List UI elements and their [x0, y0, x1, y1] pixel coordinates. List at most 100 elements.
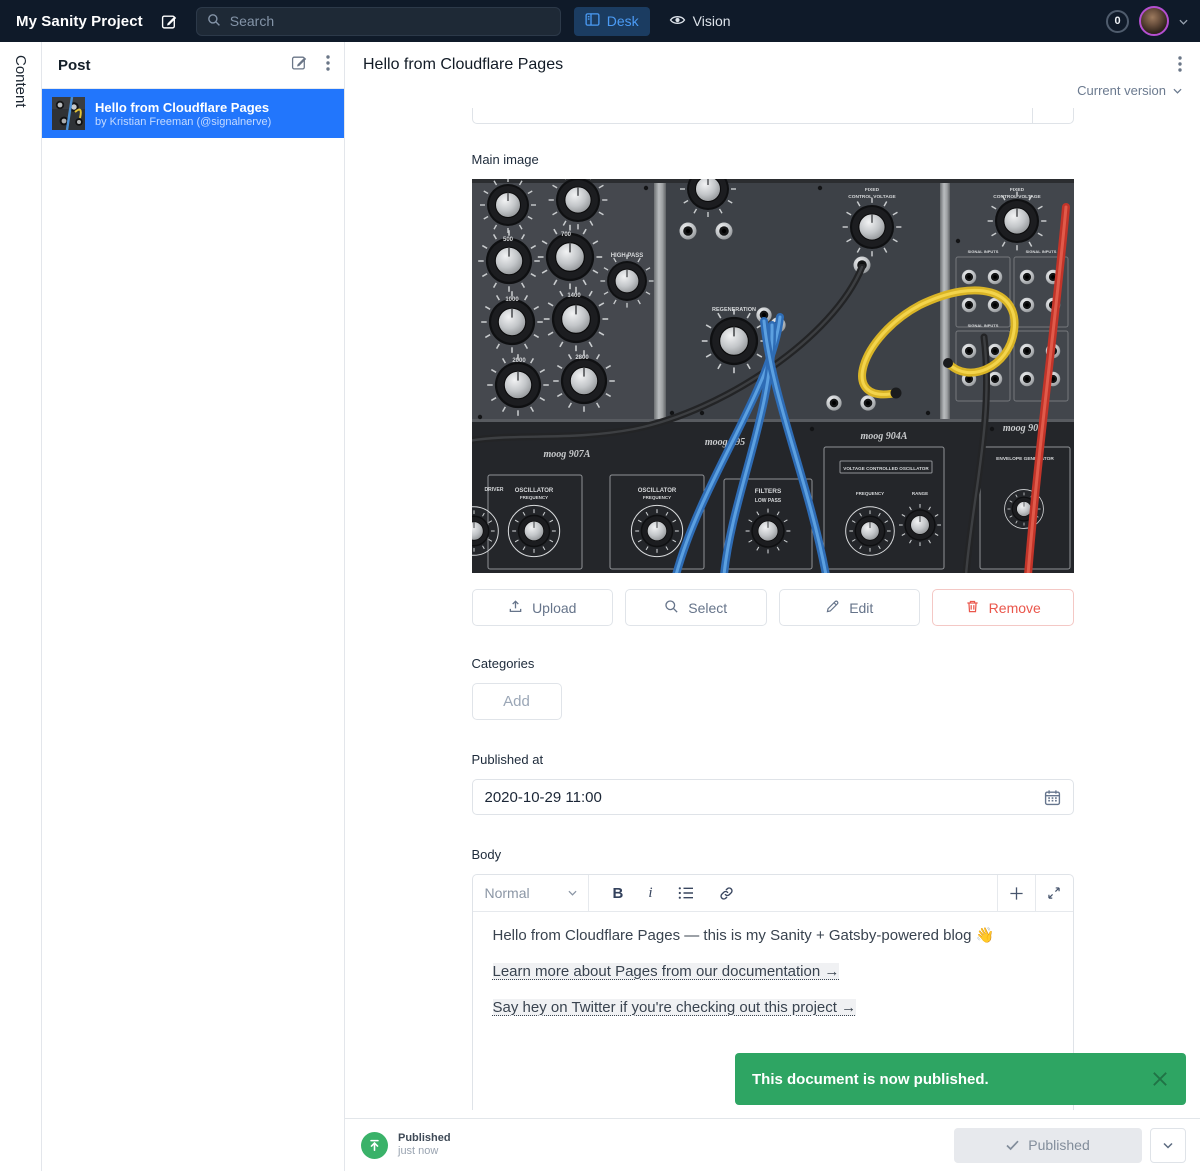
desk-icon: [585, 12, 600, 30]
svg-text:2800: 2800: [575, 355, 589, 361]
svg-text:FREQUENCY: FREQUENCY: [642, 495, 670, 500]
chevron-down-icon: [1163, 1142, 1173, 1149]
style-select[interactable]: Normal: [473, 875, 589, 911]
add-category-button[interactable]: Add: [472, 683, 562, 720]
tab-vision[interactable]: Vision: [658, 7, 742, 36]
upload-button[interactable]: Upload: [472, 589, 614, 626]
svg-text:RANGE: RANGE: [911, 491, 927, 496]
kebab-menu-icon[interactable]: [326, 55, 330, 76]
slug-field-partial[interactable]: [472, 108, 1074, 124]
version-selector[interactable]: Current version: [345, 77, 1200, 108]
chevron-down-icon: [1173, 88, 1182, 94]
document-form-scrollarea[interactable]: Main image: [345, 108, 1200, 1118]
bullet-list-button[interactable]: [678, 886, 694, 900]
svg-text:moog 904A: moog 904A: [860, 431, 907, 442]
field-label: Categories: [472, 656, 1074, 671]
svg-text:500: 500: [502, 237, 513, 243]
svg-text:FILTERS: FILTERS: [754, 488, 781, 495]
project-title: My Sanity Project: [16, 13, 143, 30]
body-link[interactable]: Learn more about Pages from our document…: [493, 963, 840, 980]
content-rail-label: Content: [12, 55, 29, 1171]
svg-text:FREQUENCY: FREQUENCY: [855, 491, 883, 496]
publish-status-time: just now: [398, 1145, 451, 1158]
bold-button[interactable]: B: [613, 885, 624, 902]
notifications-badge[interactable]: 0: [1106, 10, 1129, 33]
svg-text:FREQUENCY: FREQUENCY: [519, 495, 547, 500]
svg-text:OSCILLATOR: OSCILLATOR: [637, 488, 676, 494]
expand-editor-button[interactable]: [1035, 875, 1073, 911]
document-footer: Published just now Published: [345, 1118, 1200, 1171]
field-label: Body: [472, 847, 1074, 862]
svg-text:VOLTAGE CONTROLLED OSCILLATOR: VOLTAGE CONTROLLED OSCILLATOR: [843, 466, 929, 471]
field-main-image: Main image: [472, 152, 1074, 626]
trash-icon: [965, 599, 980, 617]
editor-toolbar: Normal B i: [473, 875, 1073, 912]
close-icon[interactable]: [1151, 1070, 1169, 1088]
svg-text:OSCILLATOR: OSCILLATOR: [514, 488, 553, 494]
content-rail[interactable]: Content: [0, 42, 42, 1171]
kebab-menu-icon[interactable]: [1178, 56, 1182, 77]
svg-text:FIXED: FIXED: [864, 187, 879, 193]
toast-message: This document is now published.: [752, 1071, 989, 1088]
document-panel: Hello from Cloudflare Pages Current vers…: [345, 42, 1200, 1171]
pencil-icon: [825, 599, 840, 617]
italic-button[interactable]: i: [648, 885, 652, 902]
published-at-value: 2020-10-29 11:00: [485, 789, 602, 806]
compose-icon[interactable]: [291, 54, 308, 76]
svg-text:CONTROL VOLTAGE: CONTROL VOLTAGE: [993, 194, 1041, 200]
svg-text:1400: 1400: [567, 293, 581, 299]
post-list-panel: Post: [42, 42, 345, 1171]
link-button[interactable]: [719, 886, 734, 901]
toast: This document is now published.: [735, 1053, 1186, 1105]
post-thumbnail: [52, 97, 85, 130]
field-label: Main image: [472, 152, 1074, 167]
search-placeholder: Search: [230, 13, 274, 29]
insert-block-button[interactable]: [997, 875, 1035, 911]
avatar[interactable]: [1139, 6, 1169, 36]
svg-text:CONTROL VOLTAGE: CONTROL VOLTAGE: [848, 194, 896, 200]
svg-text:SIGNAL INPUTS: SIGNAL INPUTS: [967, 323, 998, 328]
svg-text:1000: 1000: [505, 297, 519, 303]
publish-button[interactable]: Published: [954, 1128, 1142, 1163]
svg-text:LOW PASS: LOW PASS: [754, 498, 781, 504]
publish-status-icon: [361, 1132, 388, 1159]
document-title: Hello from Cloudflare Pages: [363, 56, 563, 74]
calendar-icon[interactable]: [1044, 789, 1061, 806]
main-image-preview[interactable]: HIGH PASS 500 700 1000 1400 2000 2800 FI…: [472, 179, 1074, 573]
body-editor-content[interactable]: Hello from Cloudflare Pages — this is my…: [473, 912, 1073, 1046]
remove-button[interactable]: Remove: [932, 589, 1074, 626]
tab-desk[interactable]: Desk: [574, 7, 650, 36]
select-button[interactable]: Select: [625, 589, 767, 626]
svg-text:moog 902: moog 902: [1002, 423, 1042, 434]
svg-text:700: 700: [560, 232, 571, 238]
list-item-title: Hello from Cloudflare Pages: [95, 99, 271, 116]
svg-text:ENVELOPE GENERATOR: ENVELOPE GENERATOR: [996, 456, 1054, 462]
list-item[interactable]: Hello from Cloudflare Pages by Kristian …: [42, 89, 344, 138]
check-icon: [1006, 1140, 1019, 1151]
chevron-down-icon[interactable]: [1179, 12, 1188, 30]
svg-text:DRIVER: DRIVER: [484, 487, 503, 493]
compose-icon[interactable]: [161, 13, 178, 30]
field-published-at: Published at 2020-10-29 11:00: [472, 752, 1074, 815]
moog-logo: moog 907A: [543, 449, 590, 460]
published-at-input[interactable]: 2020-10-29 11:00: [472, 779, 1074, 815]
svg-text:REGENERATION: REGENERATION: [712, 307, 756, 313]
body-link[interactable]: Say hey on Twitter if you're checking ou…: [493, 999, 857, 1016]
edit-button[interactable]: Edit: [779, 589, 921, 626]
search-icon: [207, 13, 221, 30]
topbar: My Sanity Project Search Desk: [0, 0, 1200, 42]
search-input[interactable]: Search: [196, 7, 561, 36]
photo-label: HIGH PASS: [610, 253, 643, 259]
publish-status-title: Published: [398, 1132, 451, 1145]
svg-text:SIGNAL INPUTS: SIGNAL INPUTS: [1025, 249, 1056, 254]
svg-text:SIGNAL INPUTS: SIGNAL INPUTS: [967, 249, 998, 254]
upload-icon: [508, 599, 523, 617]
list-item-subtitle: by Kristian Freeman (@signalnerve): [95, 116, 271, 129]
body-paragraph: Learn more about Pages from our document…: [493, 961, 1053, 983]
svg-text:2000: 2000: [512, 358, 526, 364]
svg-text:moog 995: moog 995: [704, 437, 744, 448]
svg-text:FIXED: FIXED: [1009, 187, 1024, 193]
publish-menu-button[interactable]: [1150, 1128, 1186, 1163]
body-paragraph: Say hey on Twitter if you're checking ou…: [493, 997, 1053, 1019]
eye-icon: [669, 13, 686, 30]
